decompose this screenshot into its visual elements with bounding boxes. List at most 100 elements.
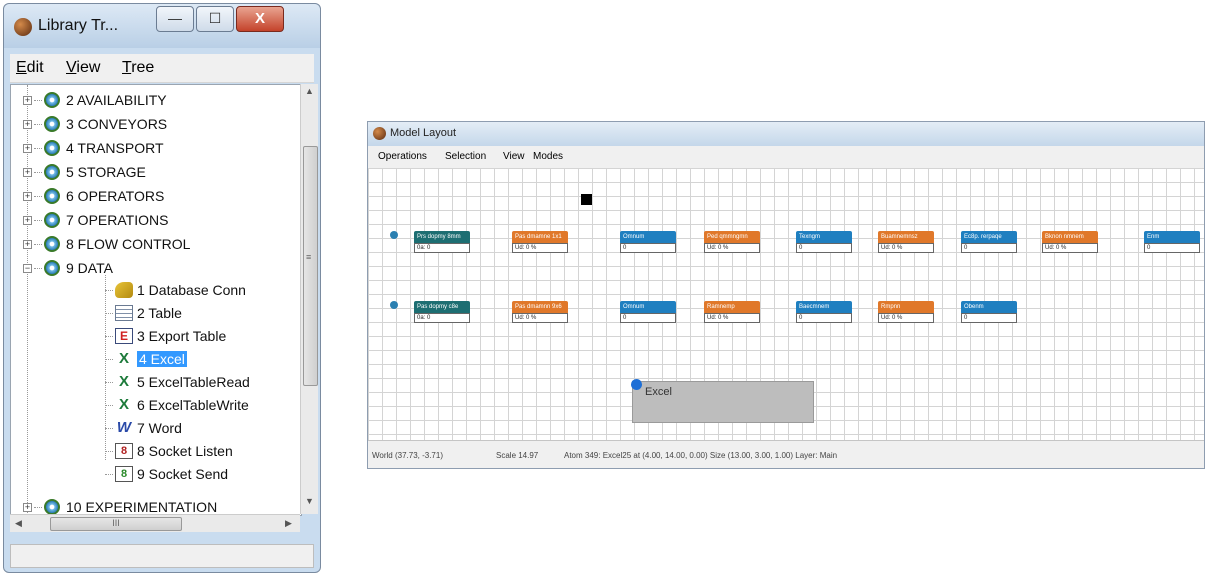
atom-header: Pas dmamnn 9x6 <box>512 301 568 313</box>
folder-icon <box>44 140 60 156</box>
close-button[interactable]: X <box>236 6 284 32</box>
model-atom[interactable]: Ramnemp Ud: 0 % <box>704 301 760 323</box>
model-layout-window: Model Layout Operations Selection View M… <box>367 121 1205 469</box>
menu-selection[interactable]: Selection <box>445 151 486 162</box>
model-atom[interactable]: Ped qmmngmn Ud: 0 % <box>704 231 760 253</box>
tree-item-excel-table-read[interactable]: X 5 ExcelTableRead <box>105 370 250 394</box>
export-table-icon: E <box>115 328 133 344</box>
folder-icon <box>44 236 60 252</box>
tree-item-label: 3 Export Table <box>137 328 227 344</box>
menu-modes[interactable]: Modes <box>533 151 563 162</box>
black-marker[interactable] <box>581 194 592 205</box>
table-icon <box>115 305 133 321</box>
folder-icon <box>44 116 60 132</box>
model-atom[interactable]: Prs dopmy 8mm 0a: 0 <box>414 231 470 253</box>
tree-folder-experimentation[interactable]: + 10 EXPERIMENTATION <box>23 495 217 515</box>
model-atom[interactable]: Rmpnn Ud: 0 % <box>878 301 934 323</box>
model-canvas[interactable]: Prs dopmy 8mm 0a: 0 Pas dmamne 1x1 Ud: 0 %… <box>368 168 1204 440</box>
atom-header: Obenm <box>961 301 1017 313</box>
atom-header: Omnum <box>620 231 676 243</box>
tree-folder-transport[interactable]: + 4 TRANSPORT <box>23 136 164 160</box>
model-atom[interactable]: Pas dmamnn 9x6 Ud: 0 % <box>512 301 568 323</box>
tree-item-socket-send[interactable]: 8 9 Socket Send <box>105 462 228 486</box>
menu-edit[interactable]: Edit <box>16 59 44 77</box>
tree-item-database-connection[interactable]: 1 Database Conn <box>105 278 246 302</box>
status-scale: Scale 14.97 <box>496 451 539 460</box>
tree-folder-operators[interactable]: + 6 OPERATORS <box>23 184 164 208</box>
folder-icon <box>44 260 60 276</box>
expand-icon[interactable]: + <box>23 239 32 249</box>
tree-folder-label: 9 DATA <box>66 260 113 276</box>
expand-icon[interactable]: + <box>23 167 32 177</box>
atom-header: Texngm <box>796 231 852 243</box>
tree-folder-flow-control[interactable]: + 8 FLOW CONTROL <box>23 232 190 256</box>
maximize-button[interactable]: ☐ <box>196 6 234 32</box>
model-atom[interactable]: Enm 0 <box>1144 231 1200 253</box>
model-titlebar[interactable]: Model Layout <box>368 122 1204 146</box>
expand-icon[interactable]: + <box>23 215 32 225</box>
model-atom[interactable]: Ec8p. rerpaqe 0 <box>961 231 1017 253</box>
row-anchor-dot[interactable] <box>390 301 398 309</box>
scroll-left-icon[interactable]: ◀ <box>10 515 27 532</box>
model-atom[interactable]: Bknon nmnem Ud: 0 % <box>1042 231 1098 253</box>
tree-item-label: 6 ExcelTableWrite <box>137 397 249 413</box>
model-atom[interactable]: Omnum 0 <box>620 231 676 253</box>
folder-icon <box>44 212 60 228</box>
tree-item-excel[interactable]: X 4 Excel <box>105 347 187 371</box>
expand-icon[interactable]: + <box>23 143 32 153</box>
tree-horizontal-scrollbar[interactable]: ◀ III ▶ <box>10 514 300 532</box>
scroll-thumb[interactable]: ≡ <box>303 146 318 386</box>
minimize-icon: — <box>168 10 182 26</box>
atom-value: Ud: 0 % <box>878 313 934 323</box>
tree-folder-data[interactable]: − 9 DATA <box>23 256 113 280</box>
atom-value: Ud: 0 % <box>704 243 760 253</box>
tree-folder-storage[interactable]: + 5 STORAGE <box>23 160 146 184</box>
excel-icon: X <box>118 373 129 390</box>
model-atom[interactable]: Omnum 0 <box>620 301 676 323</box>
close-icon: X <box>254 10 265 27</box>
tree-folder-availability[interactable]: + 2 AVAILABILITY <box>23 88 167 112</box>
menu-view[interactable]: View <box>503 151 525 162</box>
tree-folder-operations[interactable]: + 7 OPERATIONS <box>23 208 168 232</box>
atom-value: Ud: 0 % <box>1042 243 1098 253</box>
atom-value: 0 <box>796 313 852 323</box>
scroll-up-icon[interactable]: ▲ <box>301 86 318 103</box>
excel-atom[interactable]: Excel <box>631 379 814 423</box>
atom-value: 0a: 0 <box>414 313 470 323</box>
minimize-button[interactable]: — <box>156 6 194 32</box>
row-anchor-dot[interactable] <box>390 231 398 239</box>
model-atom[interactable]: Texngm 0 <box>796 231 852 253</box>
collapse-icon[interactable]: − <box>23 263 32 273</box>
atom-value: Ud: 0 % <box>704 313 760 323</box>
atom-anchor-dot[interactable] <box>631 379 642 390</box>
atom-value: 0 <box>961 313 1017 323</box>
tree-item-table[interactable]: 2 Table <box>105 301 182 325</box>
tree-folder-conveyors[interactable]: + 3 CONVEYORS <box>23 112 167 136</box>
menu-tree[interactable]: Tree <box>122 59 154 77</box>
scroll-right-icon[interactable]: ▶ <box>280 515 297 532</box>
library-tree[interactable]: + 2 AVAILABILITY + 3 CONVEYORS + 4 TRANS… <box>10 84 302 516</box>
expand-icon[interactable]: + <box>23 95 32 105</box>
expand-icon[interactable]: + <box>23 191 32 201</box>
tree-item-label: 1 Database Conn <box>137 282 246 298</box>
atom-value: 0 <box>620 313 676 323</box>
model-atom[interactable]: Pas dopmy c8e 0a: 0 <box>414 301 470 323</box>
tree-item-label: 4 Excel <box>137 351 187 367</box>
model-atom[interactable]: Buamnemnsz Ud: 0 % <box>878 231 934 253</box>
tree-item-export-table[interactable]: E 3 Export Table <box>105 324 226 348</box>
menu-view[interactable]: View <box>66 59 100 77</box>
library-titlebar[interactable]: Library Tr... — ☐ X <box>4 4 320 48</box>
model-atom[interactable]: Pas dmamne 1x1 Ud: 0 % <box>512 231 568 253</box>
tree-item-word[interactable]: W 7 Word <box>105 416 182 440</box>
scroll-thumb[interactable]: III <box>50 517 182 531</box>
tree-item-excel-table-write[interactable]: X 6 ExcelTableWrite <box>105 393 249 417</box>
model-atom[interactable]: Baecmnem 0 <box>796 301 852 323</box>
grip-icon: ≡ <box>306 252 312 262</box>
menu-operations[interactable]: Operations <box>378 151 427 162</box>
model-atom[interactable]: Obenm 0 <box>961 301 1017 323</box>
tree-item-socket-listen[interactable]: 8 8 Socket Listen <box>105 439 233 463</box>
expand-icon[interactable]: + <box>23 119 32 129</box>
expand-icon[interactable]: + <box>23 502 32 512</box>
tree-vertical-scrollbar[interactable]: ▲ ≡ ▼ <box>300 84 318 514</box>
scroll-down-icon[interactable]: ▼ <box>301 496 318 513</box>
